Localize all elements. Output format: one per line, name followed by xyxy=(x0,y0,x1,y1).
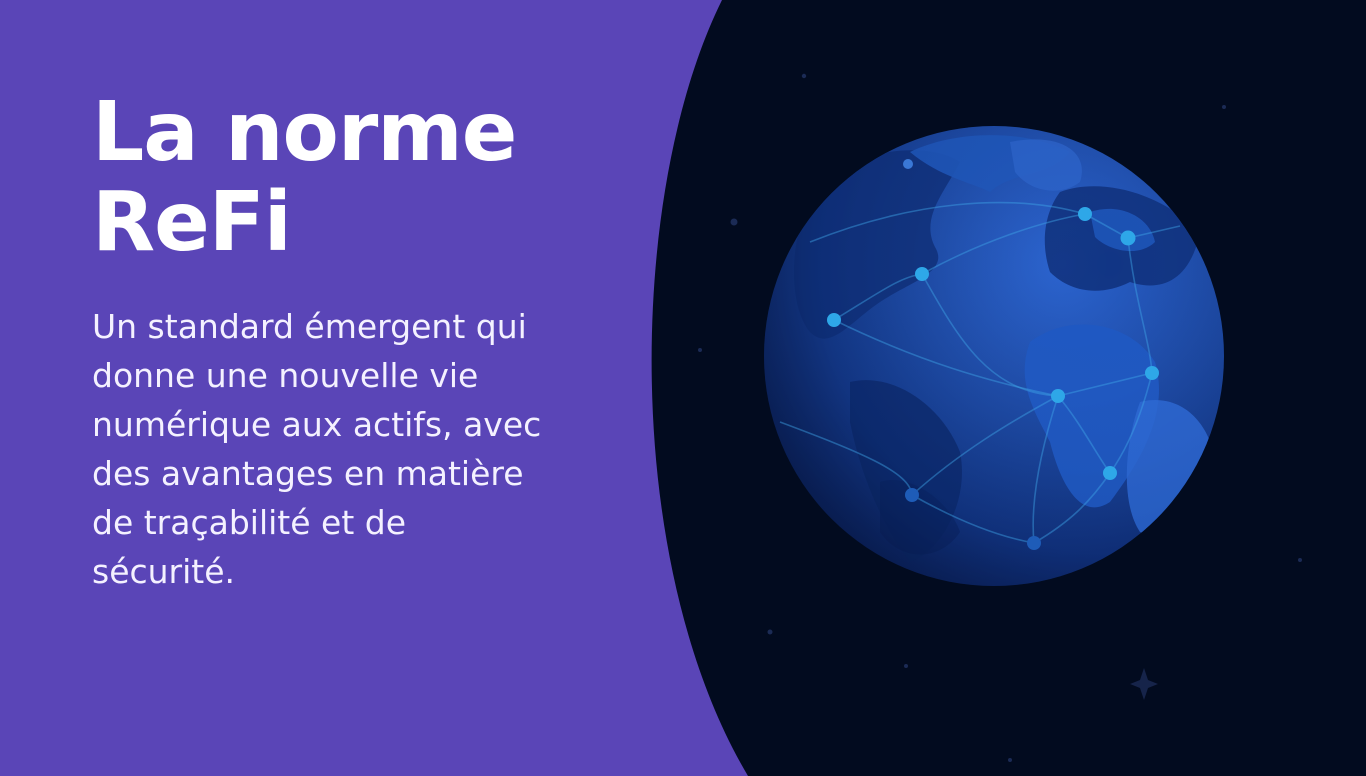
slide-description: Un standard émergent qui donne une nouve… xyxy=(92,302,612,596)
description-line: numérique aux actifs, avec xyxy=(92,405,542,444)
slide: La norme ReFi Un standard émergent qui d… xyxy=(0,0,1366,776)
description-line: sécurité. xyxy=(92,552,236,591)
globe-network-illustration xyxy=(760,122,1228,590)
network-node xyxy=(827,313,841,327)
network-node xyxy=(1145,366,1159,380)
slide-title: La norme ReFi xyxy=(92,88,612,268)
network-node xyxy=(915,267,929,281)
description-line: Un standard émergent qui xyxy=(92,307,527,346)
description-line: de traçabilité et de xyxy=(92,503,406,542)
network-node xyxy=(1027,536,1041,550)
description-line: des avantages en matière xyxy=(92,454,524,493)
network-node xyxy=(1120,230,1136,246)
network-node xyxy=(1051,389,1065,403)
network-node xyxy=(905,488,919,502)
network-node xyxy=(903,159,913,169)
network-node xyxy=(1103,466,1117,480)
title-line: La norme xyxy=(92,85,517,180)
description-line: donne une nouvelle vie xyxy=(92,356,479,395)
text-panel: La norme ReFi Un standard émergent qui d… xyxy=(92,88,612,596)
title-line: ReFi xyxy=(92,175,292,270)
network-node xyxy=(1078,207,1092,221)
